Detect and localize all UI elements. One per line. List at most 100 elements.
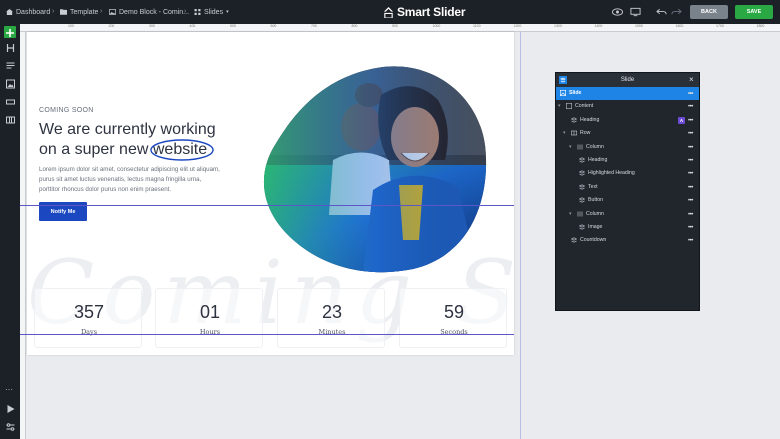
more-options-icon[interactable]: ••• [688,198,693,204]
breadcrumb-label: Template [70,8,99,16]
save-button[interactable]: SAVE [735,5,773,19]
more-options-icon[interactable]: ••• [688,158,693,164]
breadcrumb-slides[interactable]: Slides ▾ [194,0,229,24]
image-icon [560,90,566,96]
layer-label: Image [588,224,603,230]
play-icon[interactable] [5,404,16,414]
more-options-icon[interactable]: ••• [688,212,693,218]
layer-icon [579,170,585,176]
guide-line [20,205,514,206]
countdown-value: 357 [73,302,105,322]
column-icon [577,211,583,217]
page-heading[interactable]: We are currently working on a super new … [39,120,239,161]
slide-canvas[interactable]: Coming Soon COMING SOON We are currently… [27,32,514,355]
layer-icon [579,224,585,230]
ruler-tick: 200 [108,24,115,28]
chevron-down-icon[interactable]: ▾ [569,144,572,150]
layer-row-heading[interactable]: Heading ••• [556,154,699,167]
layer-label: Column [586,210,604,217]
close-icon[interactable]: × [689,75,694,84]
settings-icon[interactable] [5,422,16,432]
more-options-icon[interactable]: ••• [688,104,693,110]
ruler-tick: 300 [149,24,155,28]
countdown-days: 357 Days [34,288,142,348]
layer-row-countdown[interactable]: Countdown ••• [556,234,699,247]
content-icon [566,103,572,110]
undo-icon[interactable] [656,7,667,17]
layers-panel[interactable]: Slide × Slide ••• ▾ Content ••• Heading A ••• ▾ R… [555,72,700,311]
more-options-icon[interactable]: ••• [688,171,693,177]
back-button[interactable]: BACK [690,5,728,19]
chevron-down-icon[interactable]: ▾ [558,103,561,109]
layer-label: Text [588,183,598,190]
countdown-value: 59 [443,302,465,322]
ruler-tick: 1100 [473,24,481,28]
chevron-right-icon: › [184,8,187,15]
body-text[interactable]: Lorem ipsum dolor sit amet, consectetur … [39,165,224,195]
row-icon [571,130,577,136]
layer-icon [571,117,577,123]
layer-row-text[interactable]: Text ••• [556,181,699,194]
panel-title: Slide [620,77,635,83]
layer-row-image[interactable]: Image ••• [556,221,699,234]
layout-icon[interactable] [5,115,16,125]
layer-row-row[interactable]: ▾ Row ••• [556,127,699,140]
countdown-minutes: 23 Minutes [277,288,385,348]
more-icon[interactable]: ··· [5,385,13,394]
add-layer-button[interactable] [4,26,16,38]
column-icon [577,144,583,150]
countdown-hours: 01 Hours [155,288,263,348]
more-options-icon[interactable]: ••• [688,118,693,124]
layer-row-slide[interactable]: Slide ••• [556,87,699,100]
heading-line-2-prefix: on a super new [39,141,153,158]
animation-badge-icon[interactable]: A [678,116,685,124]
layer-label: Content [575,103,594,110]
text-icon[interactable] [5,61,16,71]
layer-row-highlighted-heading[interactable]: Highlighted Heading ••• [556,167,699,180]
breadcrumb-label: Demo Block - Comin... [119,8,190,16]
layer-row-heading[interactable]: Heading A ••• [556,114,699,127]
left-toolbar: ··· [0,24,20,439]
layer-icon [579,184,585,190]
eye-icon[interactable] [612,7,623,17]
breadcrumb-template[interactable]: Template [60,0,98,24]
ruler-tick: 100 [68,24,74,28]
layer-label: Heading [580,116,600,123]
more-options-icon[interactable]: ••• [688,131,693,137]
ruler-tick: 1400 [594,24,603,28]
ruler-tick: 600 [270,24,277,28]
ruler-tick: 400 [189,24,196,28]
subtitle[interactable]: COMING SOON [39,107,94,114]
layer-row-column[interactable]: ▾ Column ••• [556,208,699,221]
hero-image[interactable] [263,65,488,273]
ruler-horizontal: 100 200 300 400 500 600 700 800 900 1000 1100 1200 1… [20,24,780,32]
redo-icon[interactable] [671,7,682,17]
countdown-value: 23 [321,302,343,322]
layer-row-column[interactable]: ▾ Column ••• [556,141,699,154]
ruler-tick: 1500 [635,24,643,28]
top-bar: Dashboard › Template › Demo Block - Comi… [0,0,780,24]
highlight-circle-icon [150,139,214,161]
image-icon[interactable] [5,79,16,89]
ruler-tick: 700 [311,24,317,28]
more-options-icon[interactable]: ••• [688,238,693,244]
heading-icon[interactable] [5,43,16,53]
more-options-icon[interactable]: ••• [688,225,693,231]
monitor-icon[interactable] [630,7,641,17]
layer-row-button[interactable]: Button ••• [556,194,699,207]
more-options-icon[interactable]: ••• [688,185,693,191]
more-options-icon[interactable]: ••• [688,91,693,97]
more-options-icon[interactable]: ••• [688,145,693,151]
chevron-down-icon[interactable]: ▾ [569,211,572,217]
ruler-tick: 900 [392,24,398,28]
ruler-tick: 1700 [716,24,724,28]
countdown-seconds: 59 Seconds [399,288,507,348]
ruler-tick: 1600 [675,24,684,28]
countdown[interactable]: 357 Days 01 Hours 23 Minutes 59 Seconds [34,288,507,348]
chevron-down-icon[interactable]: ▾ [563,130,566,136]
breadcrumb-slider[interactable]: Demo Block - Comin... [109,0,189,24]
breadcrumb-dashboard[interactable]: Dashboard [6,0,50,24]
button-icon[interactable] [5,97,16,107]
layer-row-content[interactable]: ▾ Content ••• [556,100,699,113]
guide-line [20,334,514,335]
